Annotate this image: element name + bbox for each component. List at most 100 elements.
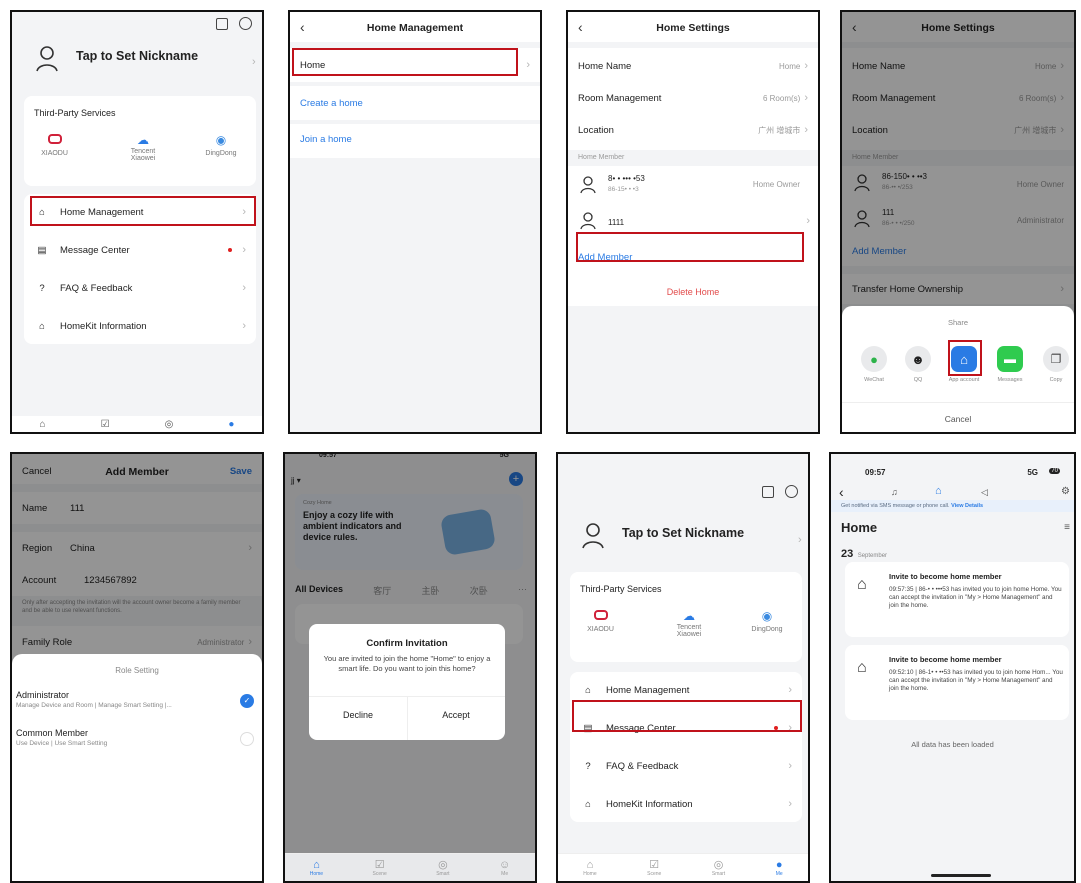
scan-icon[interactable] xyxy=(762,486,774,498)
service-tencent[interactable]: ☁ Tencent Xiaowei xyxy=(664,610,714,638)
tab-scene[interactable]: ☑ Scene xyxy=(647,858,661,877)
bell-icon[interactable]: ♫ xyxy=(891,487,898,497)
role-desc: Use Device | Use Smart Setting xyxy=(16,740,108,747)
unread-dot xyxy=(228,248,233,252)
member-name: 8• • ••• •53 xyxy=(608,174,645,183)
role-option-common-member[interactable]: Common Member Use Device | Use Smart Set… xyxy=(16,728,254,756)
message-item[interactable]: ⌂ Invite to become home member 09:52:10 … xyxy=(845,645,1069,720)
back-icon[interactable]: ‹ xyxy=(839,484,844,500)
speaker-icon[interactable]: ◁ xyxy=(981,487,988,498)
chevron-right-icon: › xyxy=(252,56,256,68)
xiaodu-icon xyxy=(47,134,62,144)
create-home-link[interactable]: Create a home xyxy=(290,86,540,120)
location-row[interactable]: Location 广州 增城市 › xyxy=(568,114,818,146)
service-xiaodu[interactable]: XIAODU xyxy=(32,134,77,157)
share-label: WeChat xyxy=(864,377,884,383)
share-label: App account xyxy=(948,377,980,383)
dialog-body: You are invited to join the home "Home" … xyxy=(323,654,491,674)
highlight-box xyxy=(572,700,802,732)
copy-icon: ❐ xyxy=(1043,346,1069,372)
settings-icon[interactable] xyxy=(239,17,252,30)
cancel-button[interactable]: Cancel xyxy=(842,414,1074,424)
delete-home-button[interactable]: Delete Home xyxy=(568,287,818,297)
share-copy[interactable]: ❐ Copy xyxy=(1038,346,1074,383)
third-party-title: Third-Party Services xyxy=(34,108,116,118)
role-option-administrator[interactable]: Administrator Manage Device and Room | M… xyxy=(16,690,254,718)
accept-button[interactable]: Accept xyxy=(407,710,505,720)
tab-home[interactable]: ⌂ Home xyxy=(310,859,323,877)
me-tab-icon[interactable]: ● xyxy=(228,419,234,430)
member-row[interactable]: 8• • ••• •53 86-15• • •3 Home Owner xyxy=(578,172,810,204)
nickname-label[interactable]: Tap to Set Nickname xyxy=(622,526,744,540)
menu-faq[interactable]: ? FAQ & Feedback › xyxy=(570,748,802,784)
settings-icon[interactable] xyxy=(785,485,798,498)
service-dingdong[interactable]: ◉ DingDong xyxy=(742,610,792,633)
smart-tab-icon[interactable]: ◎ xyxy=(165,419,174,430)
share-messages[interactable]: ▬ Messages xyxy=(992,346,1028,383)
dingdong-icon: ◉ xyxy=(215,133,227,147)
member-phone: 86-15• • •3 xyxy=(608,186,639,193)
tab-smart[interactable]: ◎ Smart xyxy=(436,858,449,877)
house-icon: ⌂ xyxy=(585,684,591,696)
menu-label: HomeKit Information xyxy=(606,798,693,810)
smart-icon: ◎ xyxy=(438,859,448,871)
scene-tab-icon[interactable]: ☑ xyxy=(101,419,110,430)
message-item[interactable]: ⌂ Invite to become home member 09:57:35 … xyxy=(845,562,1069,637)
scan-icon[interactable] xyxy=(216,18,228,30)
page-title: Home Settings xyxy=(656,22,730,34)
join-home-link[interactable]: Join a home xyxy=(290,122,540,156)
menu-message-center[interactable]: ▤ Message Center › xyxy=(24,232,256,268)
tab-home[interactable]: ⌂ Home xyxy=(583,859,596,877)
avatar[interactable] xyxy=(582,522,604,550)
settings-icon[interactable]: ⚙ xyxy=(1061,486,1070,497)
menu-icon[interactable]: ≡ xyxy=(1064,522,1070,533)
role-sheet-title: Role Setting xyxy=(115,666,159,675)
question-icon: ? xyxy=(39,282,45,294)
home-name-row[interactable]: Home Name Home › xyxy=(568,50,818,82)
panel-profile: Tap to Set Nickname › Third-Party Servic… xyxy=(10,10,264,434)
service-label: XIAODU xyxy=(41,150,68,157)
tab-label: Me xyxy=(501,870,509,877)
tab-smart[interactable]: ◎ Smart xyxy=(712,858,725,877)
home-tab-icon[interactable]: ⌂ xyxy=(40,419,46,430)
service-xiaodu[interactable]: XIAODU xyxy=(578,610,623,633)
share-qq[interactable]: ☻ QQ xyxy=(900,346,936,383)
house-icon: ⌂ xyxy=(857,576,867,593)
tab-me[interactable]: ☺ Me xyxy=(499,859,510,877)
chevron-right-icon: › xyxy=(806,215,810,227)
wechat-icon: ● xyxy=(861,346,887,372)
row-label: Home Name xyxy=(578,60,632,72)
menu-homekit[interactable]: ⌂ HomeKit Information › xyxy=(570,786,802,822)
home-filter-icon[interactable]: ⌂ xyxy=(935,485,942,497)
tab-me[interactable]: ● Me xyxy=(776,859,783,877)
member-name: 1111 xyxy=(608,218,625,227)
menu-label: HomeKit Information xyxy=(60,320,147,332)
highlight-box xyxy=(30,196,256,226)
panel-invite: 09:57 5G jj ▾ + Cozy Home Enjoy a cozy l… xyxy=(283,452,537,883)
homekit-icon: ⌂ xyxy=(39,320,45,332)
chevron-right-icon: › xyxy=(242,244,246,256)
panel-profile-messages: Tap to Set Nickname › Third-Party Servic… xyxy=(556,452,810,883)
view-details-link[interactable]: View Details xyxy=(951,503,983,509)
menu-homekit[interactable]: ⌂ HomeKit Information › xyxy=(24,308,256,344)
role-sheet: Role Setting Administrator Manage Device… xyxy=(12,654,262,881)
menu-faq[interactable]: ? FAQ & Feedback › xyxy=(24,270,256,306)
status-time: 09:57 xyxy=(865,468,886,477)
tab-label: Home xyxy=(309,870,324,877)
date-day: 23 xyxy=(841,548,854,560)
nickname-label[interactable]: Tap to Set Nickname xyxy=(76,49,198,63)
third-party-card: Third-Party Services XIAODU ☁ Tencent Xi… xyxy=(24,96,256,186)
member-section-header: Home Member xyxy=(578,154,625,161)
decline-button[interactable]: Decline xyxy=(309,710,407,720)
room-management-row[interactable]: Room Management 6 Room(s) › xyxy=(568,82,818,114)
service-tencent[interactable]: ☁ Tencent Xiaowei xyxy=(118,134,168,162)
service-dingdong[interactable]: ◉ DingDong xyxy=(196,134,246,157)
message-icon: ▤ xyxy=(37,244,47,256)
avatar[interactable] xyxy=(36,45,58,73)
tab-scene[interactable]: ☑ Scene xyxy=(373,858,387,877)
date-month: September xyxy=(857,553,888,559)
share-wechat[interactable]: ● WeChat xyxy=(856,346,892,383)
menu-label: Home Management xyxy=(606,684,690,696)
service-label: DingDong xyxy=(205,150,237,157)
notify-bar: Get notified via SMS message or phone ca… xyxy=(831,500,1074,512)
